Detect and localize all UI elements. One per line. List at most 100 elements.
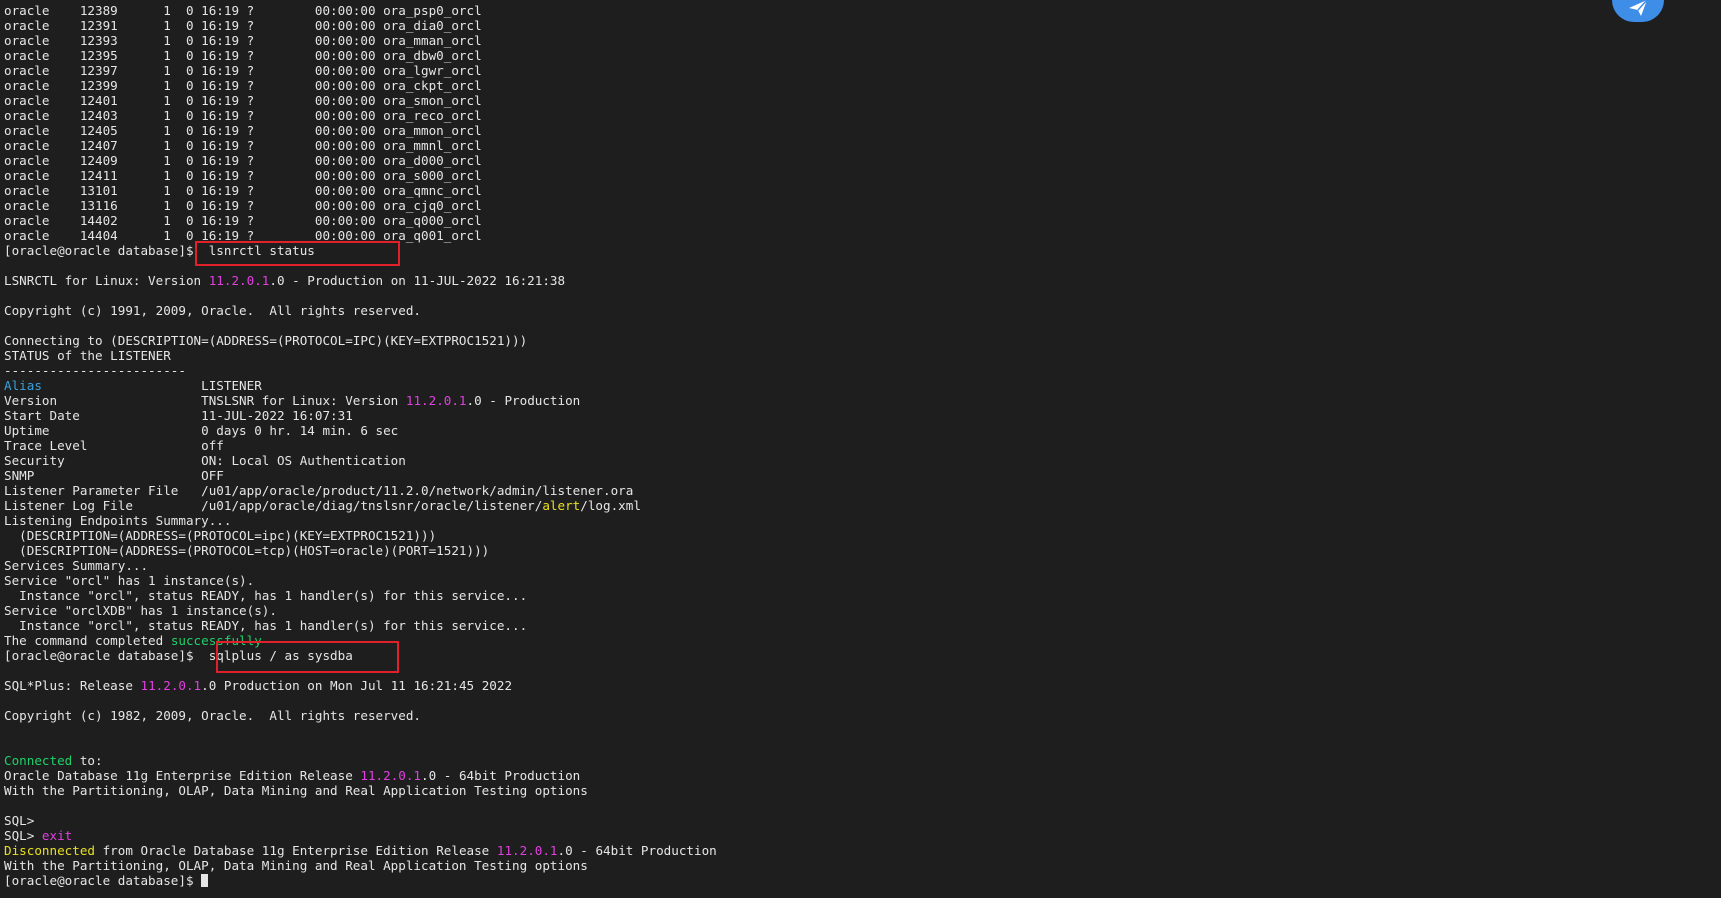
terminal-line: oracle 12395 1 0 16:19 ? 00:00:00 ora_db… bbox=[4, 48, 717, 63]
terminal-text: LISTENER bbox=[41, 378, 262, 393]
terminal-text: [oracle@oracle database]$ bbox=[4, 873, 202, 888]
terminal-text: Uptime 0 days 0 hr. 14 min. 6 sec bbox=[4, 423, 399, 438]
terminal-text: oracle 12393 1 0 16:19 ? 00:00:00 ora_mm… bbox=[4, 33, 482, 48]
terminal-text: oracle 12401 1 0 16:19 ? 00:00:00 ora_sm… bbox=[4, 93, 482, 108]
highlight-box-sqlplus bbox=[216, 641, 399, 673]
terminal-text: oracle 12399 1 0 16:19 ? 00:00:00 ora_ck… bbox=[4, 78, 482, 93]
terminal-text: 11.2.0.1 bbox=[496, 843, 558, 858]
terminal-line: oracle 12409 1 0 16:19 ? 00:00:00 ora_d0… bbox=[4, 153, 717, 168]
terminal-text: 11.2.0.1 bbox=[140, 678, 202, 693]
terminal-line: oracle 12389 1 0 16:19 ? 00:00:00 ora_ps… bbox=[4, 3, 717, 18]
terminal-text: ------------------------ bbox=[4, 363, 186, 378]
terminal-line: Copyright (c) 1982, 2009, Oracle. All ri… bbox=[4, 708, 717, 723]
terminal-text: oracle 12397 1 0 16:19 ? 00:00:00 ora_lg… bbox=[4, 63, 482, 78]
terminal-text: Connected bbox=[4, 753, 73, 768]
terminal-text: (DESCRIPTION=(ADDRESS=(PROTOCOL=ipc)(KEY… bbox=[4, 528, 437, 543]
terminal-line: SNMP OFF bbox=[4, 468, 717, 483]
send-arrow-icon bbox=[1629, 0, 1648, 16]
terminal-text: oracle 12411 1 0 16:19 ? 00:00:00 ora_s0… bbox=[4, 168, 482, 183]
terminal-text: (DESCRIPTION=(ADDRESS=(PROTOCOL=tcp)(HOS… bbox=[4, 543, 490, 558]
terminal-line: Start Date 11-JUL-2022 16:07:31 bbox=[4, 408, 717, 423]
terminal-text: from Oracle Database 11g Enterprise Edit… bbox=[95, 843, 497, 858]
terminal-line: Alias LISTENER bbox=[4, 378, 717, 393]
terminal-line: Copyright (c) 1991, 2009, Oracle. All ri… bbox=[4, 303, 717, 318]
terminal-line: Listener Parameter File /u01/app/oracle/… bbox=[4, 483, 717, 498]
highlight-box-lsnrctl bbox=[195, 241, 400, 266]
terminal-text: .0 - 64bit Production bbox=[557, 843, 717, 858]
terminal-line: Uptime 0 days 0 hr. 14 min. 6 sec bbox=[4, 423, 717, 438]
terminal-text: SQL*Plus: Release bbox=[4, 678, 141, 693]
terminal-line: oracle 12401 1 0 16:19 ? 00:00:00 ora_sm… bbox=[4, 93, 717, 108]
terminal-text: Connecting to (DESCRIPTION=(ADDRESS=(PRO… bbox=[4, 333, 528, 348]
terminal-line: STATUS of the LISTENER bbox=[4, 348, 717, 363]
terminal-text: .0 - 64bit Production bbox=[421, 768, 581, 783]
terminal-line: oracle 12399 1 0 16:19 ? 00:00:00 ora_ck… bbox=[4, 78, 717, 93]
terminal-text: oracle 12395 1 0 16:19 ? 00:00:00 ora_db… bbox=[4, 48, 482, 63]
terminal-text: LSNRCTL for Linux: Version bbox=[4, 273, 209, 288]
terminal-text: Start Date 11-JUL-2022 16:07:31 bbox=[4, 408, 353, 423]
terminal-text: alert bbox=[542, 498, 581, 513]
terminal-text: With the Partitioning, OLAP, Data Mining… bbox=[4, 783, 588, 798]
terminal-text: 11.2.0.1 bbox=[360, 768, 422, 783]
terminal-line: oracle 12405 1 0 16:19 ? 00:00:00 ora_mm… bbox=[4, 123, 717, 138]
terminal-line: Trace Level off bbox=[4, 438, 717, 453]
terminal-line: oracle 13116 1 0 16:19 ? 00:00:00 ora_cj… bbox=[4, 198, 717, 213]
terminal-text: oracle 12409 1 0 16:19 ? 00:00:00 ora_d0… bbox=[4, 153, 482, 168]
terminal-line: SQL*Plus: Release 11.2.0.1.0 Production … bbox=[4, 678, 717, 693]
terminal-text: oracle 13116 1 0 16:19 ? 00:00:00 ora_cj… bbox=[4, 198, 482, 213]
terminal-text: Listener Parameter File /u01/app/oracle/… bbox=[4, 483, 634, 498]
terminal-line: [oracle@oracle database]$ bbox=[4, 873, 717, 888]
terminal-text: Service "orclXDB" has 1 instance(s). bbox=[4, 603, 277, 618]
terminal-line: (DESCRIPTION=(ADDRESS=(PROTOCOL=ipc)(KEY… bbox=[4, 528, 717, 543]
terminal-text: oracle 12403 1 0 16:19 ? 00:00:00 ora_re… bbox=[4, 108, 482, 123]
terminal-text: SNMP OFF bbox=[4, 468, 224, 483]
terminal-text: exit bbox=[41, 828, 73, 843]
terminal-line: ------------------------ bbox=[4, 363, 717, 378]
terminal-line: Connected to: bbox=[4, 753, 717, 768]
terminal-line: LSNRCTL for Linux: Version 11.2.0.1.0 - … bbox=[4, 273, 717, 288]
terminal-line: Connecting to (DESCRIPTION=(ADDRESS=(PRO… bbox=[4, 333, 717, 348]
terminal-text: Copyright (c) 1982, 2009, Oracle. All ri… bbox=[4, 708, 422, 723]
terminal-line: Service "orcl" has 1 instance(s). bbox=[4, 573, 717, 588]
terminal-line: (DESCRIPTION=(ADDRESS=(PROTOCOL=tcp)(HOS… bbox=[4, 543, 717, 558]
terminal-line: Disconnected from Oracle Database 11g En… bbox=[4, 843, 717, 858]
terminal-line: oracle 12403 1 0 16:19 ? 00:00:00 ora_re… bbox=[4, 108, 717, 123]
terminal-line: With the Partitioning, OLAP, Data Mining… bbox=[4, 783, 717, 798]
terminal-text: .0 - Production bbox=[466, 393, 581, 408]
terminal-line: Instance "orcl", status READY, has 1 han… bbox=[4, 588, 717, 603]
terminal-text: SQL> bbox=[4, 828, 42, 843]
terminal-text: oracle 12407 1 0 16:19 ? 00:00:00 ora_mm… bbox=[4, 138, 482, 153]
terminal-line: oracle 13101 1 0 16:19 ? 00:00:00 ora_qm… bbox=[4, 183, 717, 198]
terminal-text: oracle 14402 1 0 16:19 ? 00:00:00 ora_q0… bbox=[4, 213, 482, 228]
terminal-text: Alias bbox=[4, 378, 42, 393]
terminal-line: SQL> bbox=[4, 813, 717, 828]
terminal-text: Disconnected bbox=[4, 843, 95, 858]
floating-tool-button[interactable] bbox=[1612, 0, 1664, 22]
terminal-line: oracle 12393 1 0 16:19 ? 00:00:00 ora_mm… bbox=[4, 33, 717, 48]
terminal-line: Service "orclXDB" has 1 instance(s). bbox=[4, 603, 717, 618]
terminal-text: oracle 13101 1 0 16:19 ? 00:00:00 ora_qm… bbox=[4, 183, 482, 198]
terminal-text: SQL> bbox=[4, 813, 35, 828]
terminal-text: The command completed bbox=[4, 633, 171, 648]
terminal-text: 11.2.0.1 bbox=[208, 273, 270, 288]
terminal-line: Instance "orcl", status READY, has 1 han… bbox=[4, 618, 717, 633]
terminal-line: Listener Log File /u01/app/oracle/diag/t… bbox=[4, 498, 717, 513]
terminal-line: Security ON: Local OS Authentication bbox=[4, 453, 717, 468]
terminal-text: Trace Level off bbox=[4, 438, 224, 453]
terminal-line: With the Partitioning, OLAP, Data Mining… bbox=[4, 858, 717, 873]
terminal-text: Listener Log File /u01/app/oracle/diag/t… bbox=[4, 498, 543, 513]
terminal-text: oracle 12391 1 0 16:19 ? 00:00:00 ora_di… bbox=[4, 18, 482, 33]
terminal-output[interactable]: oracle 12389 1 0 16:19 ? 00:00:00 ora_ps… bbox=[4, 3, 717, 888]
terminal-text: Listening Endpoints Summary... bbox=[4, 513, 232, 528]
terminal-text: STATUS of the LISTENER bbox=[4, 348, 171, 363]
terminal-text: 11.2.0.1 bbox=[405, 393, 467, 408]
terminal-text: /log.xml bbox=[580, 498, 641, 513]
terminal-line: oracle 12391 1 0 16:19 ? 00:00:00 ora_di… bbox=[4, 18, 717, 33]
terminal-line: oracle 12411 1 0 16:19 ? 00:00:00 ora_s0… bbox=[4, 168, 717, 183]
terminal-line: SQL> exit bbox=[4, 828, 717, 843]
